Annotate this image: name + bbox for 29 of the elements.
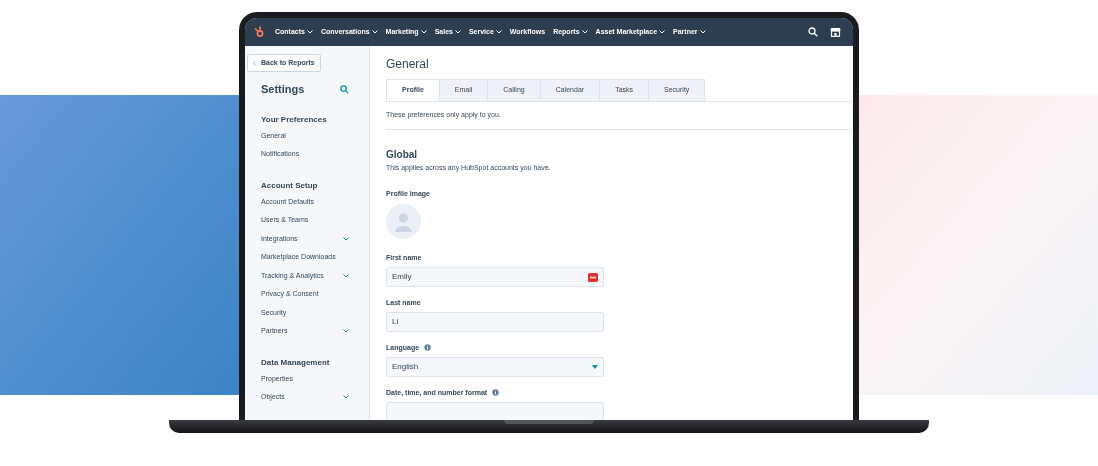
info-icon xyxy=(424,344,432,351)
caret-icon xyxy=(581,30,588,34)
caret-icon xyxy=(343,236,349,241)
storefront-icon[interactable] xyxy=(830,27,841,37)
select-field[interactable]: English xyxy=(386,357,604,377)
select-field[interactable] xyxy=(386,402,604,420)
section-title: Global xyxy=(386,148,419,162)
sidebar-title: Settings xyxy=(261,82,305,97)
caret-icon xyxy=(343,273,349,278)
text-field[interactable]: Emily xyxy=(386,267,604,287)
page-title: General xyxy=(386,56,430,73)
text-field[interactable]: Li xyxy=(386,312,604,332)
dropdown-arrow-icon xyxy=(592,365,598,369)
caret-icon xyxy=(306,30,313,34)
caret-icon xyxy=(659,30,666,34)
caret-icon xyxy=(420,30,427,34)
info-icon xyxy=(492,389,500,396)
sprocket-logo-icon[interactable] xyxy=(253,26,265,38)
caret-icon xyxy=(343,329,349,334)
caret-icon xyxy=(343,395,349,400)
section-heading: Data Management xyxy=(261,356,331,369)
search-icon[interactable] xyxy=(808,27,818,37)
caret-icon xyxy=(371,30,378,34)
caret-icon xyxy=(454,30,461,34)
section-heading: Your Preferences xyxy=(261,113,328,126)
section-heading: Account Setup xyxy=(261,179,319,192)
caret-icon xyxy=(699,30,706,34)
caret-icon xyxy=(495,30,502,34)
chevron-left-icon xyxy=(253,60,256,66)
